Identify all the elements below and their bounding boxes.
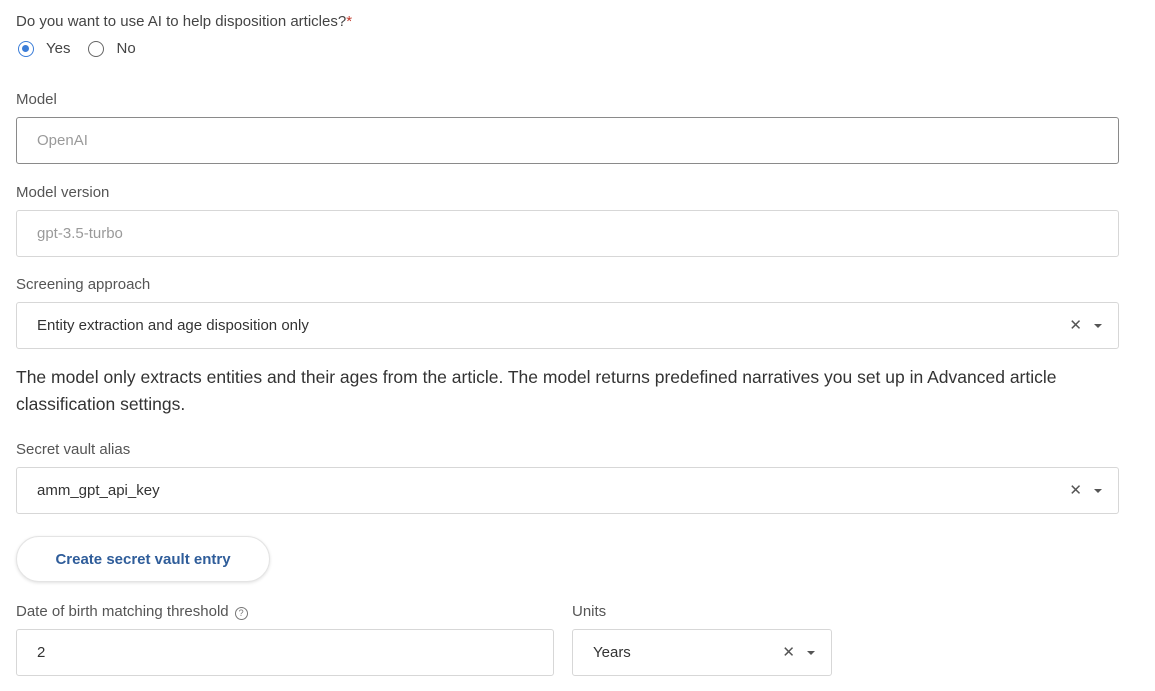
model-placeholder: OpenAI	[37, 132, 88, 149]
radio-no-label: No	[116, 40, 136, 57]
ai-settings-form: Do you want to use AI to help dispositio…	[0, 0, 1155, 691]
screening-approach-description: The model only extracts entities and the…	[16, 367, 1057, 414]
caret-down-icon[interactable]	[1094, 489, 1102, 493]
dob-threshold-value: 2	[37, 644, 46, 661]
secret-vault-alias-select[interactable]: amm_gpt_api_key ✕	[16, 467, 1119, 514]
radio-no-icon[interactable]	[88, 40, 105, 57]
radio-option-yes[interactable]: Yes	[18, 40, 70, 57]
required-mark: *	[346, 13, 353, 30]
close-icon[interactable]: ✕	[782, 645, 795, 660]
secret-vault-alias-controls: ✕	[1069, 468, 1102, 513]
screening-approach-controls: ✕	[1069, 303, 1102, 348]
model-label: Model	[16, 91, 57, 108]
radio-yes-label: Yes	[46, 40, 71, 57]
caret-down-icon[interactable]	[807, 651, 815, 655]
units-value: Years	[593, 644, 631, 661]
caret-down-icon[interactable]	[1094, 324, 1102, 328]
help-circle-icon[interactable]: ?	[234, 607, 248, 620]
close-icon[interactable]: ✕	[1069, 318, 1082, 333]
dob-threshold-text: Date of birth matching threshold	[16, 603, 229, 620]
screening-approach-label: Screening approach	[16, 276, 151, 293]
dob-threshold-input[interactable]: 2	[16, 629, 554, 676]
model-version-label: Model version	[16, 184, 110, 201]
model-version-input[interactable]: gpt-3.5-turbo	[16, 210, 1119, 257]
close-icon[interactable]: ✕	[1069, 483, 1082, 498]
ai-radio-group: Yes No	[18, 40, 154, 57]
ai-question-label: Do you want to use AI to help dispositio…	[16, 13, 352, 30]
create-secret-vault-entry-button[interactable]: Create secret vault entry	[16, 536, 270, 582]
screening-approach-select[interactable]: Entity extraction and age disposition on…	[16, 302, 1119, 349]
model-version-placeholder: gpt-3.5-turbo	[37, 225, 123, 242]
radio-option-no[interactable]: No	[88, 40, 136, 57]
screening-approach-value: Entity extraction and age disposition on…	[37, 317, 309, 334]
model-input[interactable]: OpenAI	[16, 117, 1119, 164]
units-controls: ✕	[782, 630, 815, 675]
secret-vault-alias-label: Secret vault alias	[16, 441, 131, 458]
secret-vault-alias-value: amm_gpt_api_key	[37, 482, 160, 499]
ai-question-text: Do you want to use AI to help dispositio…	[16, 13, 347, 30]
radio-yes-icon[interactable]	[18, 40, 34, 57]
dob-threshold-label: Date of birth matching threshold?	[16, 603, 248, 620]
units-select[interactable]: Years ✕	[572, 629, 832, 676]
units-label: Units	[572, 603, 607, 620]
